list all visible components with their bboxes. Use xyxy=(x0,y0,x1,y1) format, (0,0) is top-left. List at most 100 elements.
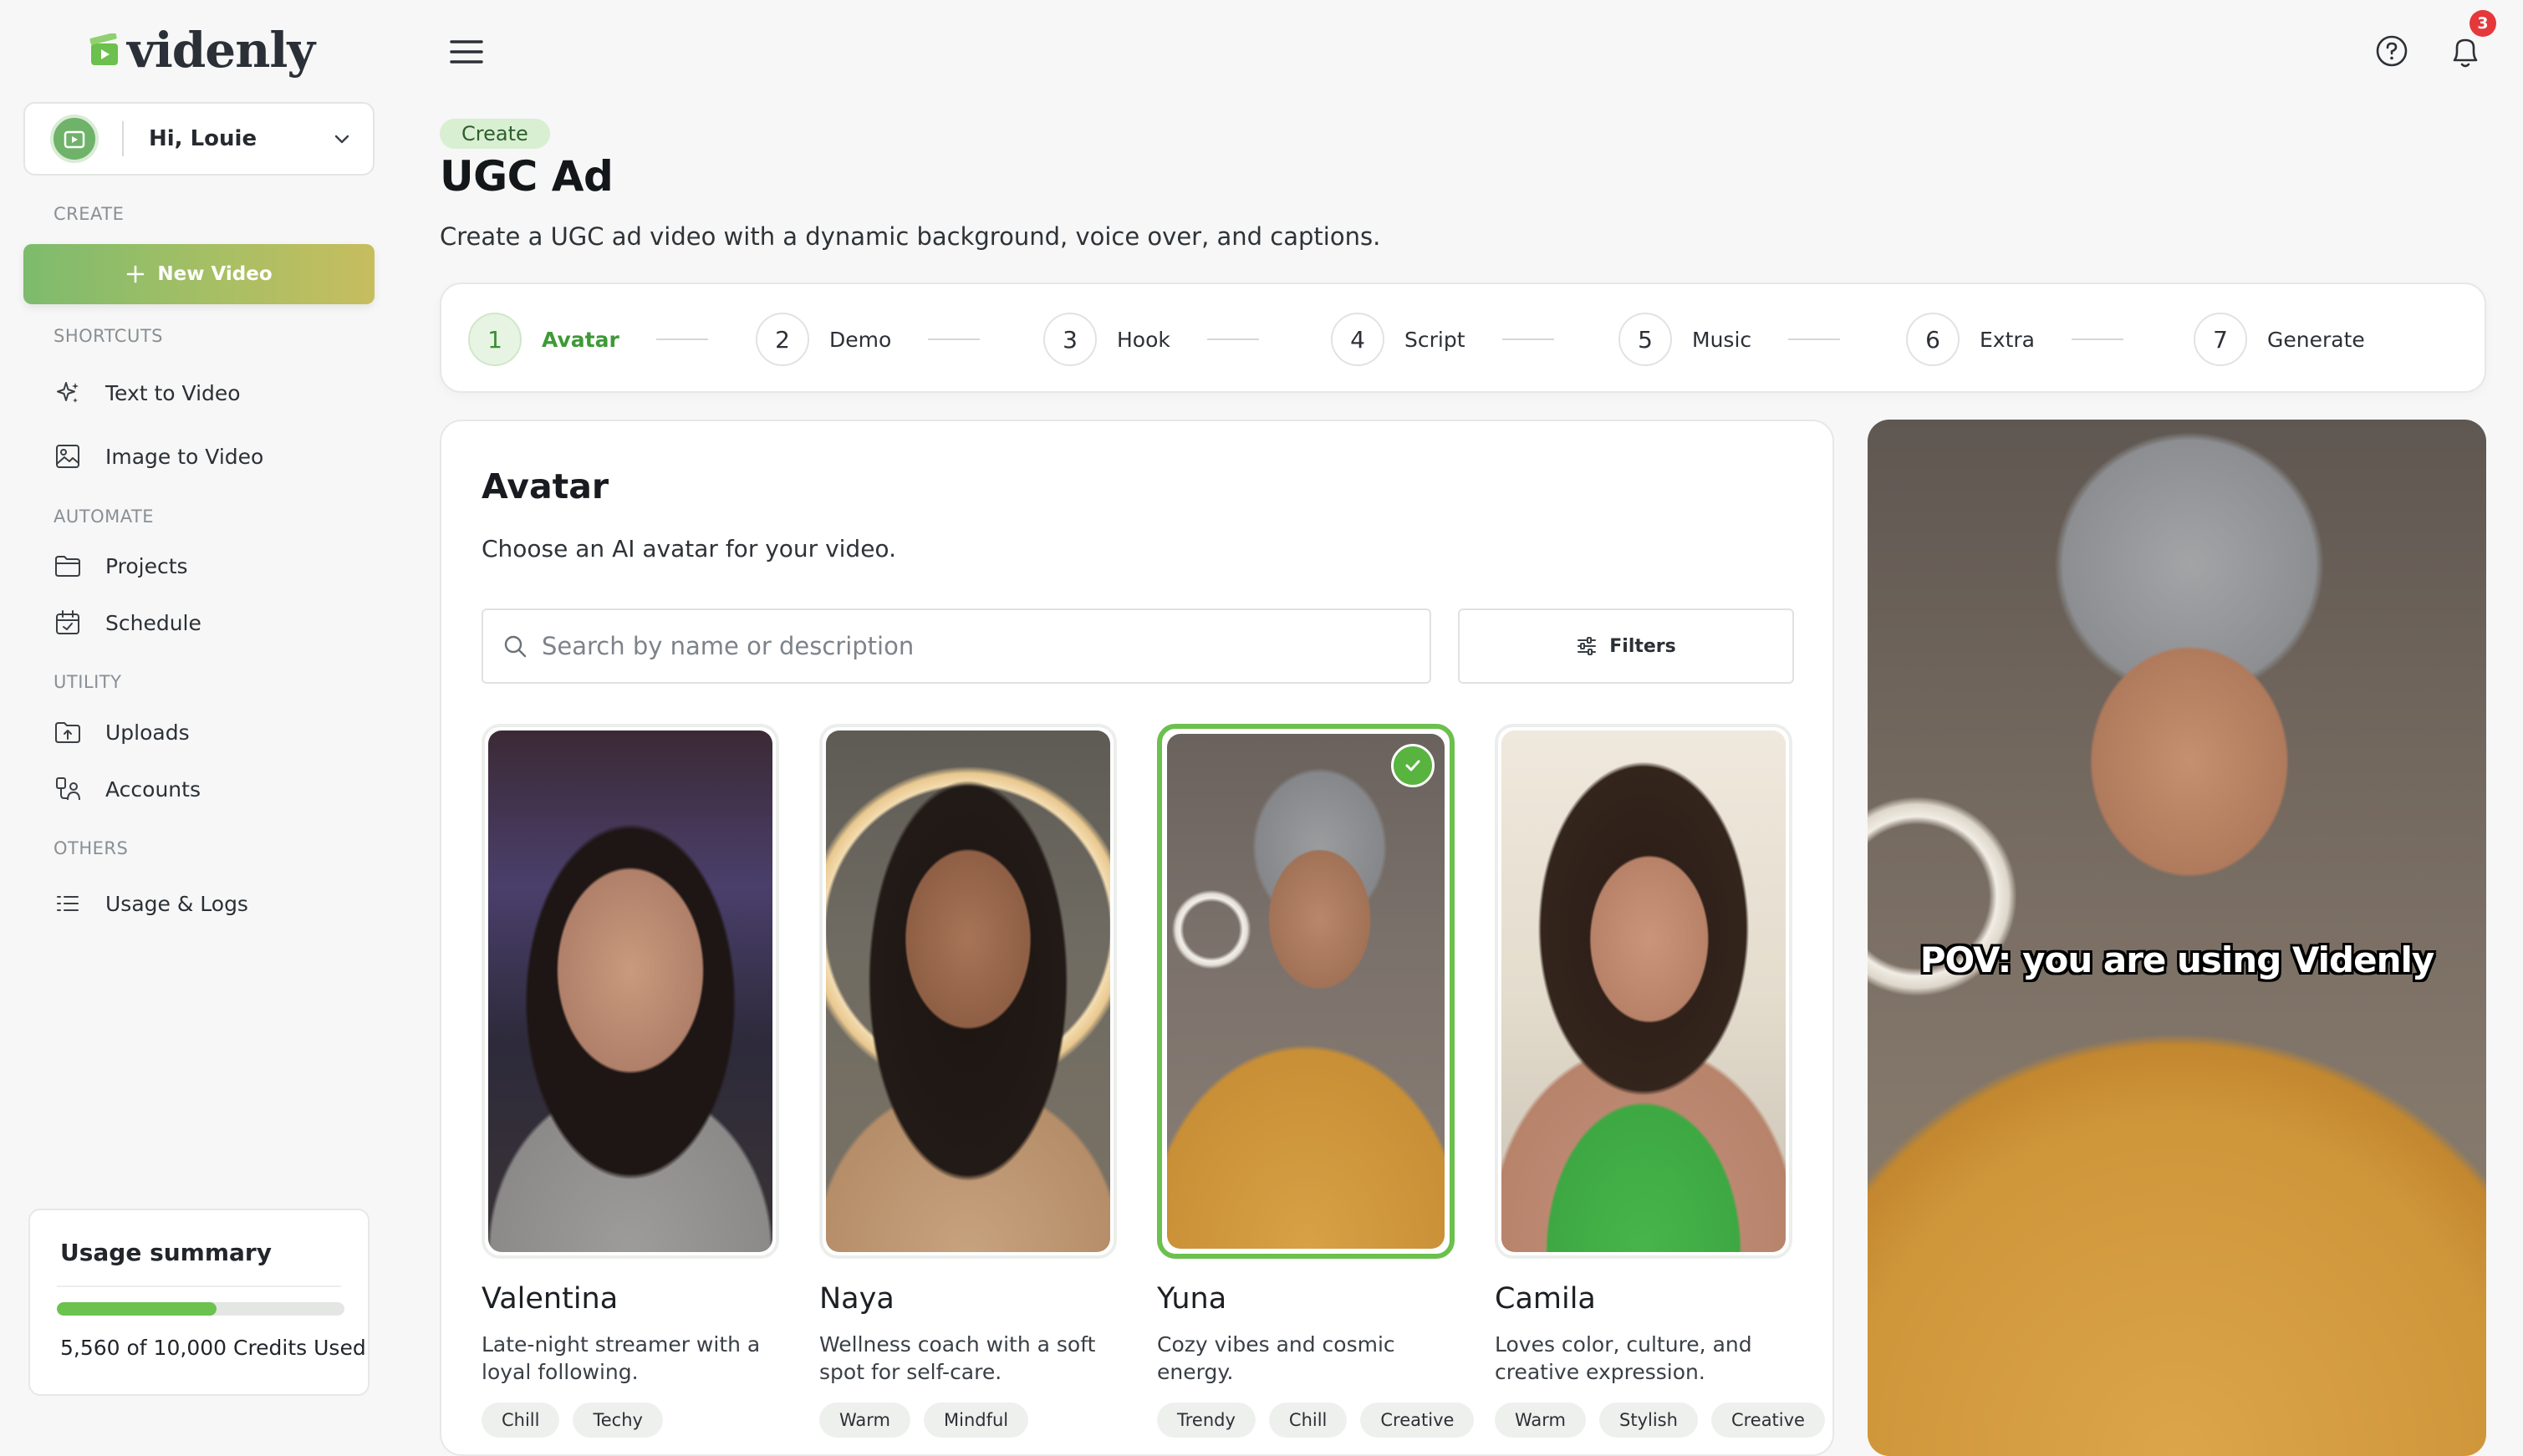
sidebar-item-projects[interactable]: Projects xyxy=(54,545,188,587)
tag: Trendy xyxy=(1157,1403,1256,1438)
new-video-button[interactable]: New Video xyxy=(23,244,375,304)
step-connector xyxy=(928,339,981,340)
tag: Creative xyxy=(1710,1403,1825,1438)
step-label: Hook xyxy=(1117,327,1170,352)
usage-credits-text: 5,560 of 10,000 Credits Used xyxy=(60,1336,366,1360)
selected-check-icon xyxy=(1391,744,1435,787)
usage-summary-card: Usage summary 5,560 of 10,000 Credits Us… xyxy=(28,1209,370,1396)
sidebar-item-usage-logs[interactable]: Usage & Logs xyxy=(54,883,248,924)
step-label: Generate xyxy=(2267,327,2365,352)
avatar-name: Valentina xyxy=(482,1282,619,1316)
step-label: Script xyxy=(1404,327,1465,352)
section-label-utility: UTILITY xyxy=(54,672,122,692)
step-demo[interactable]: 2 Demo xyxy=(756,313,981,366)
chevron-down-icon xyxy=(334,135,349,144)
sidebar-item-label: Usage & Logs xyxy=(105,891,248,916)
sidebar-item-label: Uploads xyxy=(105,720,190,745)
sidebar-item-schedule[interactable]: Schedule xyxy=(54,602,201,644)
sliders-icon xyxy=(1578,637,1597,655)
section-label-automate: AUTOMATE xyxy=(54,507,155,527)
step-hook[interactable]: 3 Hook xyxy=(1043,313,1259,366)
step-connector xyxy=(2072,339,2123,340)
filters-button[interactable]: Filters xyxy=(1458,608,1794,684)
sidebar: videnly Hi, Louie CREATE New Video SHORT… xyxy=(0,0,398,1423)
sidebar-item-label: Image to Video xyxy=(105,444,264,469)
tag: Techy xyxy=(573,1403,663,1438)
tag-list: Warm Mindful xyxy=(819,1403,1117,1438)
step-avatar[interactable]: 1 Avatar xyxy=(468,313,708,366)
preview-caption: POV: you are using Videnly xyxy=(1919,939,2435,980)
step-number: 7 xyxy=(2194,313,2247,366)
avatar-photo-frame xyxy=(1157,724,1455,1259)
step-number: 6 xyxy=(1906,313,1960,366)
tag: Warm xyxy=(1495,1403,1587,1438)
avatar-photo xyxy=(488,731,772,1252)
video-preview[interactable]: POV: you are using Videnly xyxy=(1868,420,2486,1456)
account-switcher[interactable]: Hi, Louie xyxy=(23,102,375,176)
section-label-others: OTHERS xyxy=(54,838,129,858)
sidebar-item-text-to-video[interactable]: Text to Video xyxy=(54,372,241,414)
step-connector xyxy=(1501,339,1554,340)
avatar-photo-frame xyxy=(1495,724,1792,1259)
avatar-photo xyxy=(826,731,1110,1252)
brand-name: videnly xyxy=(127,22,315,79)
step-number: 3 xyxy=(1043,313,1097,366)
step-connector xyxy=(1788,339,1841,340)
logo-icon xyxy=(89,33,118,65)
sidebar-item-label: Projects xyxy=(105,553,188,578)
avatar-card-camila[interactable]: Camila Loves color, culture, and creativ… xyxy=(1495,724,1825,1438)
menu-icon[interactable] xyxy=(448,35,485,69)
avatar-card-naya[interactable]: Naya Wellness coach with a soft spot for… xyxy=(819,724,1117,1438)
step-number: 5 xyxy=(1618,313,1672,366)
avatar-description: Late-night streamer with a loyal followi… xyxy=(482,1332,761,1384)
image-icon xyxy=(56,445,79,468)
search-icon xyxy=(504,635,527,658)
step-script[interactable]: 4 Script xyxy=(1331,313,1554,366)
accounts-icon xyxy=(56,777,80,801)
notification-badge: 3 xyxy=(2469,10,2496,37)
step-generate[interactable]: 7 Generate xyxy=(2194,313,2365,366)
avatar-description: Cozy vibes and cosmic energy. xyxy=(1157,1332,1395,1384)
step-number: 2 xyxy=(756,313,809,366)
stepper: 1 Avatar 2 Demo 3 Hook 4 Script 5 Music … xyxy=(440,283,2486,393)
section-label-shortcuts: SHORTCUTS xyxy=(54,326,164,346)
divider xyxy=(57,1285,341,1287)
avatar-photo-frame xyxy=(819,724,1117,1259)
tag: Creative xyxy=(1360,1403,1475,1438)
new-video-label: New Video xyxy=(157,263,273,285)
filters-label: Filters xyxy=(1609,635,1676,657)
step-extra[interactable]: 6 Extra xyxy=(1906,313,2123,366)
avatar-description: Loves color, culture, and creative expre… xyxy=(1495,1332,1752,1384)
avatar-card-valentina[interactable]: Valentina Late-night streamer with a loy… xyxy=(482,724,779,1438)
sidebar-item-image-to-video[interactable]: Image to Video xyxy=(54,435,263,477)
tag: Chill xyxy=(1268,1403,1348,1438)
brand-logo[interactable]: videnly xyxy=(89,22,315,79)
list-icon xyxy=(57,896,79,911)
avatar-photo xyxy=(1501,731,1786,1252)
avatar-name: Yuna xyxy=(1157,1282,1227,1316)
step-number: 1 xyxy=(468,313,522,366)
step-music[interactable]: 5 Music xyxy=(1618,313,1841,366)
step-label: Avatar xyxy=(542,327,619,352)
page-subtitle: Create a UGC ad video with a dynamic bac… xyxy=(440,222,1381,251)
step-number: 4 xyxy=(1331,313,1384,366)
avatar-photo xyxy=(1167,734,1445,1249)
bell-icon[interactable] xyxy=(2444,32,2486,72)
sidebar-item-uploads[interactable]: Uploads xyxy=(54,711,190,753)
step-connector xyxy=(1206,339,1259,340)
step-connector xyxy=(655,339,708,340)
avatar-card-yuna[interactable]: Yuna Cozy vibes and cosmic energy. Trend… xyxy=(1157,724,1475,1438)
usage-progress-bar xyxy=(57,1302,344,1316)
page-title: UGC Ad xyxy=(440,152,614,201)
panel-subtitle: Choose an AI avatar for your video. xyxy=(482,535,896,563)
usage-title: Usage summary xyxy=(60,1239,272,1266)
calendar-icon xyxy=(56,610,79,634)
avatar xyxy=(50,115,99,163)
avatar-panel: Avatar Choose an AI avatar for your vide… xyxy=(440,420,1834,1456)
avatar-name: Camila xyxy=(1495,1282,1596,1316)
help-icon[interactable] xyxy=(2374,33,2409,69)
sidebar-item-accounts[interactable]: Accounts xyxy=(54,768,201,810)
search-input[interactable] xyxy=(542,632,1430,660)
divider xyxy=(122,121,124,156)
breadcrumb[interactable]: Create xyxy=(440,119,550,149)
